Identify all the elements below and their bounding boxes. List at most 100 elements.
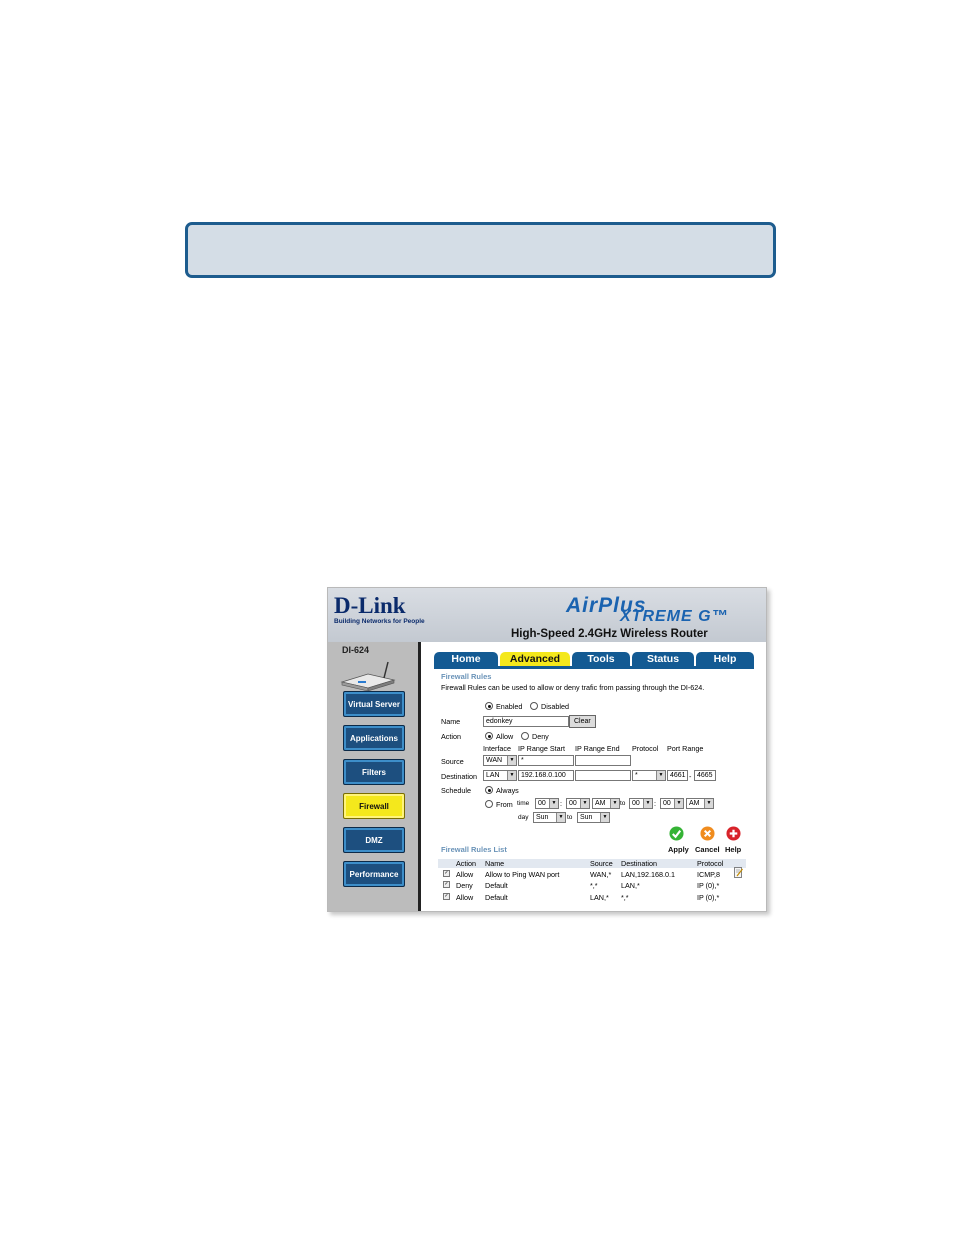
chevron-down-icon: ▼ xyxy=(507,756,516,765)
to-day-label: to xyxy=(567,814,573,821)
from-option[interactable]: From xyxy=(485,800,513,809)
from-radio[interactable] xyxy=(485,800,493,809)
nav-performance[interactable]: Performance xyxy=(343,861,405,887)
tab-tools[interactable]: Tools xyxy=(572,652,630,666)
source-ip-end-input[interactable] xyxy=(575,755,631,766)
always-option[interactable]: Always xyxy=(485,786,519,795)
disabled-option[interactable]: Disabled xyxy=(530,702,569,711)
rule-protocol: ICMP,8 xyxy=(697,870,721,879)
nav-applications[interactable]: Applications xyxy=(343,725,405,751)
header-protocol: Protocol xyxy=(697,859,724,868)
name-input[interactable]: edonkey xyxy=(483,716,569,727)
rule-protocol: IP (0),* xyxy=(697,881,720,890)
sidebar-divider xyxy=(418,642,421,911)
from-hour-select[interactable]: 00 ▼ xyxy=(535,798,559,809)
nav-filters[interactable]: Filters xyxy=(343,759,405,785)
to-day-select[interactable]: Sun ▼ xyxy=(577,812,610,823)
clear-button[interactable]: Clear xyxy=(569,715,596,728)
always-radio[interactable] xyxy=(485,786,493,795)
rule-destination: *,* xyxy=(621,893,629,902)
rule-action: Deny xyxy=(456,881,473,890)
col-ip-start: IP Range Start xyxy=(518,744,566,753)
nav-virtual-server[interactable]: Virtual Server xyxy=(343,691,405,717)
destination-label: Destination xyxy=(441,772,477,781)
header-action: Action xyxy=(456,859,476,868)
dest-ip-start-input[interactable]: 192.168.0.100 xyxy=(518,770,574,781)
chevron-down-icon: ▼ xyxy=(643,799,652,808)
from-ampm-select[interactable]: AM ▼ xyxy=(592,798,620,809)
apply-check-icon[interactable] xyxy=(669,826,684,841)
from-day-select[interactable]: Sun ▼ xyxy=(533,812,566,823)
source-interface-select[interactable]: WAN ▼ xyxy=(483,755,517,766)
nav-dmz[interactable]: DMZ xyxy=(343,827,405,853)
chevron-down-icon: ▼ xyxy=(600,813,609,822)
sidebar: DI-624 Virtual Server Applications Filte… xyxy=(328,642,418,911)
deny-option[interactable]: Deny xyxy=(521,732,549,741)
tab-advanced[interactable]: Advanced xyxy=(500,652,570,666)
rule-checkbox[interactable]: ✓ xyxy=(443,881,450,888)
source-ip-start-input[interactable]: * xyxy=(518,755,574,766)
enabled-radio[interactable] xyxy=(485,702,493,711)
router-config-screenshot: D-Link Building Networks for People AirP… xyxy=(327,587,767,912)
disabled-radio[interactable] xyxy=(530,702,538,711)
chevron-down-icon: ▼ xyxy=(674,799,683,808)
nav-firewall[interactable]: Firewall xyxy=(343,793,405,819)
rule-source: *,* xyxy=(590,881,598,890)
source-label: Source xyxy=(441,757,464,766)
rule-source: LAN,* xyxy=(590,893,609,902)
help-button[interactable]: Help xyxy=(725,845,741,854)
rule-source: WAN,* xyxy=(590,870,612,879)
rule-name: Allow to Ping WAN port xyxy=(485,870,560,879)
rule-checkbox[interactable]: ✓ xyxy=(443,870,450,877)
to-ampm-select[interactable]: AM ▼ xyxy=(686,798,714,809)
from-minute-select[interactable]: 00 ▼ xyxy=(566,798,590,809)
to-minute-select[interactable]: 00 ▼ xyxy=(660,798,684,809)
allow-radio[interactable] xyxy=(485,732,493,741)
port-range-separator: - xyxy=(689,772,692,781)
help-plus-icon[interactable] xyxy=(726,826,741,841)
header-name: Name xyxy=(485,859,505,868)
dest-port-start-input[interactable]: 4661 xyxy=(667,770,688,781)
dest-interface-select[interactable]: LAN ▼ xyxy=(483,770,517,781)
tab-help[interactable]: Help xyxy=(696,652,754,666)
chevron-down-icon: ▼ xyxy=(610,799,619,808)
edit-note-icon[interactable] xyxy=(734,867,743,878)
product-title: High-Speed 2.4GHz Wireless Router xyxy=(511,628,708,640)
xtreme-brand: XTREME G™ xyxy=(620,608,729,625)
dest-port-end-input[interactable]: 4665 xyxy=(694,770,716,781)
apply-button[interactable]: Apply xyxy=(668,845,689,854)
chevron-down-icon: ▼ xyxy=(507,771,516,780)
chevron-down-icon: ▼ xyxy=(556,813,565,822)
col-port-range: Port Range xyxy=(667,744,704,753)
rule-destination: LAN,* xyxy=(621,881,640,890)
deny-radio[interactable] xyxy=(521,732,529,741)
chevron-down-icon: ▼ xyxy=(704,799,713,808)
col-ip-end: IP Range End xyxy=(575,744,620,753)
tab-status[interactable]: Status xyxy=(632,652,694,666)
time-separator: : xyxy=(654,799,656,808)
rules-list-title: Firewall Rules List xyxy=(441,845,507,854)
col-protocol: Protocol xyxy=(632,744,659,753)
rule-name: Default xyxy=(485,893,508,902)
cancel-button[interactable]: Cancel xyxy=(695,845,720,854)
to-hour-select[interactable]: 00 ▼ xyxy=(629,798,653,809)
model-label: DI-624 xyxy=(342,645,370,655)
section-title: Firewall Rules xyxy=(441,672,492,681)
day-label: day xyxy=(518,814,529,821)
time-separator: : xyxy=(560,799,562,808)
dest-ip-end-input[interactable] xyxy=(575,770,631,781)
cancel-x-icon[interactable] xyxy=(700,826,715,841)
chevron-down-icon: ▼ xyxy=(656,771,665,780)
dest-protocol-select[interactable]: * ▼ xyxy=(632,770,666,781)
schedule-label: Schedule xyxy=(441,786,471,795)
instruction-banner xyxy=(185,222,776,278)
header-destination: Destination xyxy=(621,859,657,868)
enabled-option[interactable]: Enabled xyxy=(485,702,522,711)
to-label: to xyxy=(620,800,626,807)
name-label: Name xyxy=(441,717,461,726)
rule-action: Allow xyxy=(456,893,474,902)
tab-home[interactable]: Home xyxy=(434,652,498,666)
rule-protocol: IP (0),* xyxy=(697,893,720,902)
rule-checkbox[interactable]: ✓ xyxy=(443,893,450,900)
allow-option[interactable]: Allow xyxy=(485,732,513,741)
